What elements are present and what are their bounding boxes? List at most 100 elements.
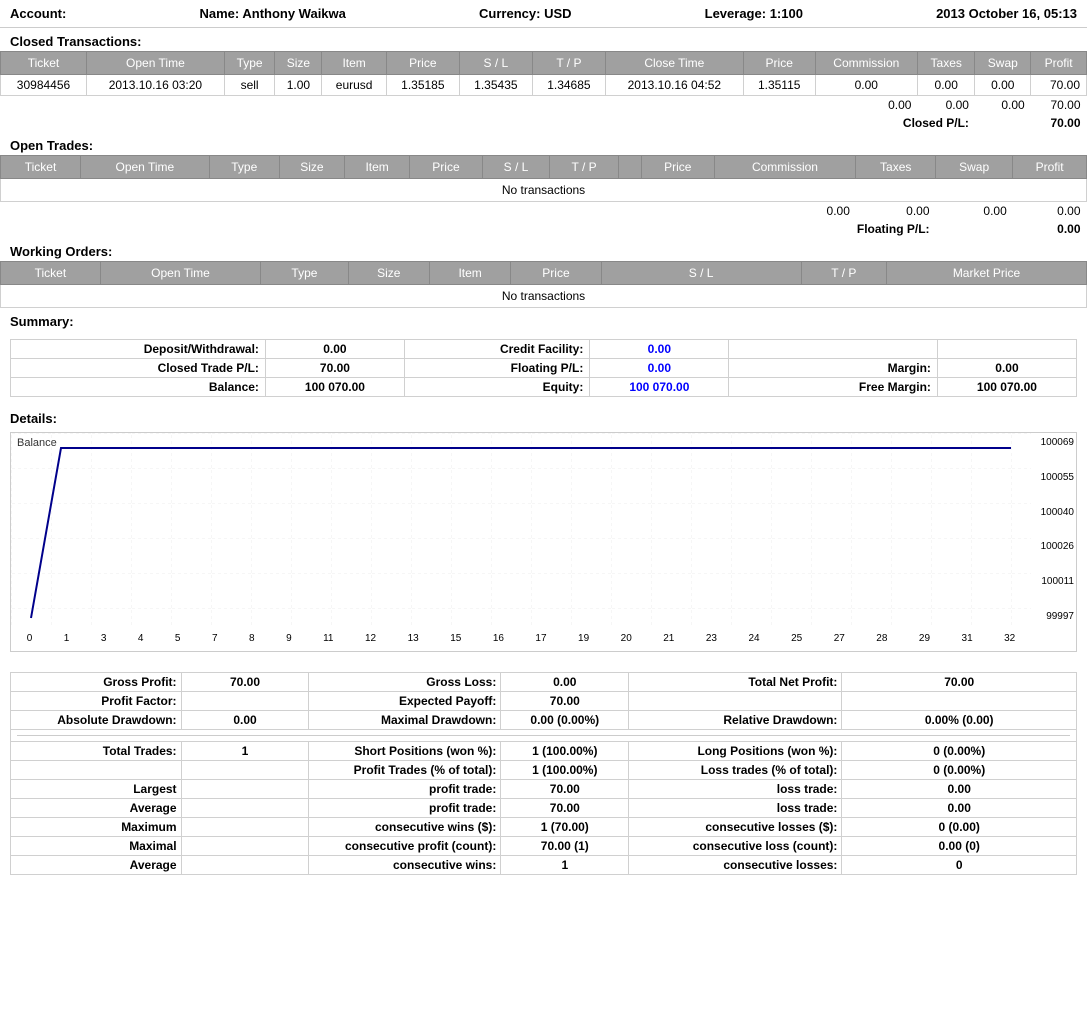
profit-trades-value: 1 (100.00%) — [501, 761, 629, 780]
working-orders-title: Working Orders: — [0, 238, 1087, 261]
col-commission: Commission — [815, 52, 917, 75]
expected-payoff-label: Expected Payoff: — [309, 692, 501, 711]
gross-profit-label: Gross Profit: — [11, 673, 182, 692]
leverage-label: Leverage: — [705, 6, 766, 21]
col-market-price: Market Price — [887, 262, 1087, 285]
profit-factor-label: Profit Factor: — [11, 692, 182, 711]
closed-pl-row: Closed P/L: 70.00 — [1, 114, 1087, 132]
deposit-value: 0.00 — [265, 340, 404, 359]
x-tick: 29 — [919, 633, 930, 644]
x-tick: 4 — [138, 633, 144, 644]
floating-pl-row: Floating P/L: 0.00 — [1, 220, 1087, 238]
maximal-drawdown-value: 0.00 (0.00%) — [501, 711, 629, 730]
maximal-consecutive-loss-label: consecutive loss (count): — [629, 837, 842, 856]
y-label-6: 99997 — [1033, 611, 1074, 622]
col-tp: T / P — [801, 262, 886, 285]
average-profit-trade-label: profit trade: — [309, 799, 501, 818]
gross-loss-label: Gross Loss: — [309, 673, 501, 692]
y-label-1: 100069 — [1033, 437, 1074, 448]
x-tick: 7 — [212, 633, 218, 644]
floating-pl-label: Floating P/L: — [1, 220, 936, 238]
average-profit-trade-value: 70.00 — [501, 799, 629, 818]
maximal-consecutive-profit-value: 70.00 (1) — [501, 837, 629, 856]
average-loss-trade-value: 0.00 — [842, 799, 1077, 818]
stats-row-8: Maximum consecutive wins ($): 1 (70.00) … — [11, 818, 1077, 837]
col-type: Type — [209, 156, 279, 179]
col-size: Size — [279, 156, 344, 179]
col-price2: Price — [642, 156, 714, 179]
subtotal-profit: 70.00 — [1031, 96, 1087, 115]
chart-x-axis: 0 1 3 4 5 7 8 9 11 12 13 15 16 17 19 20 … — [11, 626, 1031, 651]
gross-loss-value: 0.00 — [501, 673, 629, 692]
name-info: Name: Anthony Waikwa — [199, 6, 345, 21]
average2-label: Average — [11, 856, 182, 875]
x-tick: 20 — [621, 633, 632, 644]
col-profit: Profit — [1013, 156, 1087, 179]
summary-row-2: Closed Trade P/L: 70.00 Floating P/L: 0.… — [11, 359, 1077, 378]
col-price: Price — [386, 52, 459, 75]
col-size: Size — [348, 262, 429, 285]
subtotal-taxes: 0.00 — [917, 96, 974, 115]
x-tick: 23 — [706, 633, 717, 644]
col-ticket: Ticket — [1, 52, 87, 75]
summary-row-3: Balance: 100 070.00 Equity: 100 070.00 F… — [11, 378, 1077, 397]
absolute-drawdown-label: Absolute Drawdown: — [11, 711, 182, 730]
cell-item: eurusd — [322, 75, 386, 96]
x-tick: 3 — [101, 633, 107, 644]
currency-value: USD — [544, 6, 571, 21]
col-open-time: Open Time — [86, 52, 224, 75]
stats-row-9: Maximal consecutive profit (count): 70.0… — [11, 837, 1077, 856]
col-sl: S / L — [482, 156, 550, 179]
cell-tp: 1.34685 — [532, 75, 605, 96]
y-label-3: 100040 — [1033, 507, 1074, 518]
x-tick: 0 — [27, 633, 33, 644]
loss-trades-value: 0 (0.00%) — [842, 761, 1077, 780]
open-subtotal-profit: 0.00 — [1013, 202, 1087, 221]
x-tick: 27 — [834, 633, 845, 644]
closed-transactions-header: Ticket Open Time Type Size Item Price S … — [1, 52, 1087, 75]
credit-label: Credit Facility: — [404, 340, 589, 359]
stats-row-4: Total Trades: 1 Short Positions (won %):… — [11, 742, 1077, 761]
equity-value: 100 070.00 — [590, 378, 729, 397]
col-close-price: Price — [743, 52, 815, 75]
col-open-time: Open Time — [100, 262, 261, 285]
x-tick: 5 — [175, 633, 181, 644]
currency-info: Currency: USD — [479, 6, 572, 21]
open-subtotal-swap: 0.00 — [936, 202, 1013, 221]
currency-label: Currency: — [479, 6, 540, 21]
cell-profit: 70.00 — [1031, 75, 1087, 96]
gross-profit-value: 70.00 — [181, 673, 309, 692]
open-subtotal-commission: 0.00 — [714, 202, 856, 221]
margin-value: 0.00 — [937, 359, 1076, 378]
stats-row-7: Average profit trade: 70.00 loss trade: … — [11, 799, 1077, 818]
col-spacer — [618, 156, 641, 179]
working-no-transactions-row: No transactions — [1, 285, 1087, 308]
x-tick: 11 — [323, 633, 333, 644]
stats-row-6: Largest profit trade: 70.00 loss trade: … — [11, 780, 1077, 799]
col-taxes: Taxes — [856, 156, 936, 179]
col-tp: T / P — [532, 52, 605, 75]
open-trades-header: Ticket Open Time Type Size Item Price S … — [1, 156, 1087, 179]
col-sl: S / L — [459, 52, 532, 75]
cell-commission: 0.00 — [815, 75, 917, 96]
balance-chart: Balance 100069 100055 100040 100026 1000… — [10, 432, 1077, 652]
free-margin-label: Free Margin: — [729, 378, 938, 397]
closed-transactions-table: Ticket Open Time Type Size Item Price S … — [0, 51, 1087, 132]
max-consecutive-losses-label: consecutive losses ($): — [629, 818, 842, 837]
short-positions-value: 1 (100.00%) — [501, 742, 629, 761]
y-label-4: 100026 — [1033, 541, 1074, 552]
floating-pl-label: Floating P/L: — [404, 359, 589, 378]
no-transactions-text: No transactions — [1, 179, 1087, 202]
total-trades-value: 1 — [181, 742, 309, 761]
cell-ticket: 30984456 — [1, 75, 87, 96]
absolute-drawdown-value: 0.00 — [181, 711, 309, 730]
largest-loss-trade-value: 0.00 — [842, 780, 1077, 799]
table-row: 30984456 2013.10.16 03:20 sell 1.00 euru… — [1, 75, 1087, 96]
stats-row-2: Profit Factor: Expected Payoff: 70.00 — [11, 692, 1077, 711]
closed-trade-pl-label: Closed Trade P/L: — [11, 359, 266, 378]
total-trades-label: Total Trades: — [11, 742, 182, 761]
floating-pl-value: 0.00 — [590, 359, 729, 378]
avg-consecutive-losses-label: consecutive losses: — [629, 856, 842, 875]
x-tick: 24 — [748, 633, 759, 644]
col-type: Type — [261, 262, 348, 285]
